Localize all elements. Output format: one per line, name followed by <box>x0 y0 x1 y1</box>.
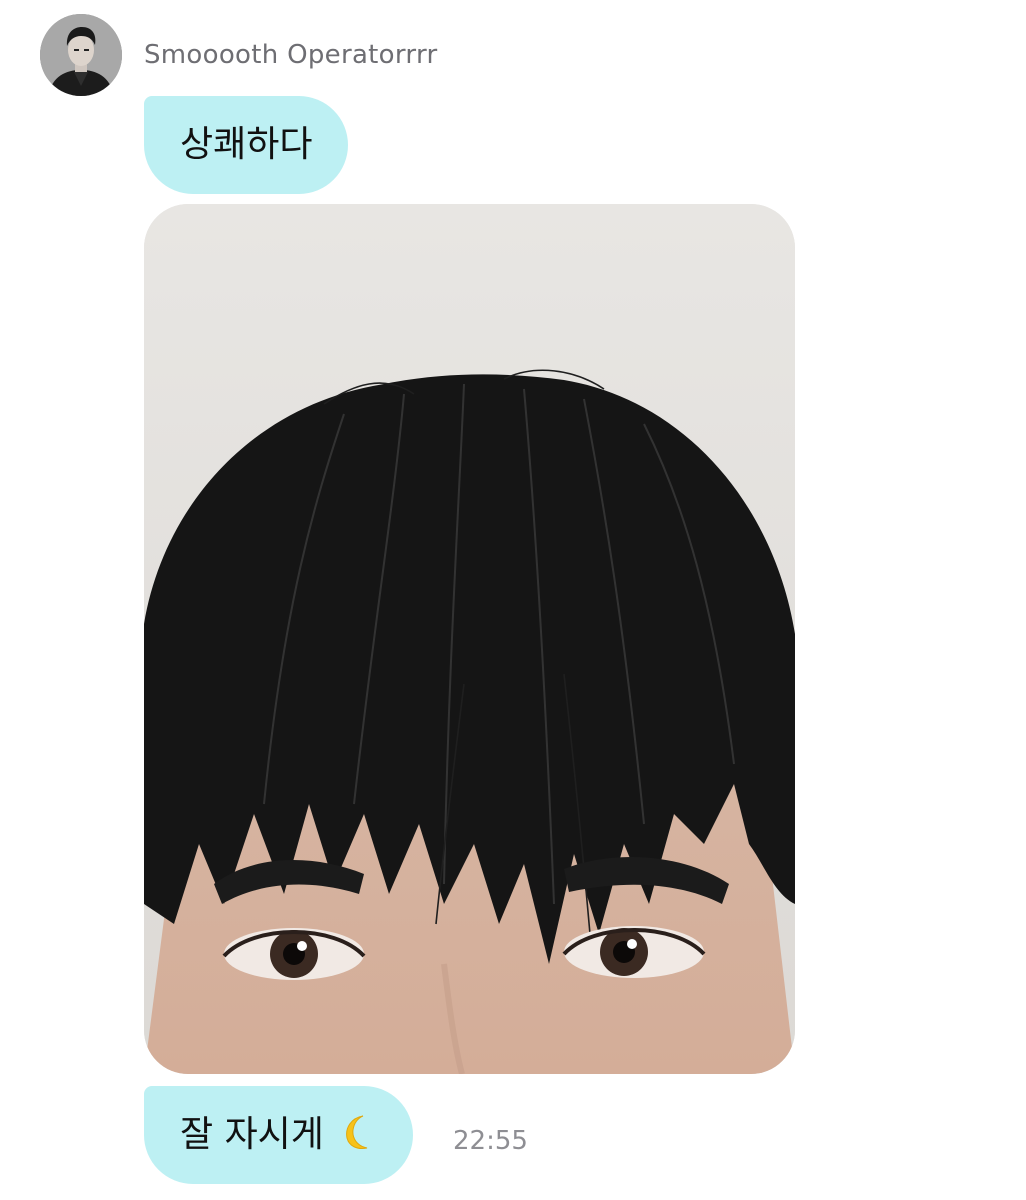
message-text: 잘 자시게 <box>180 1114 324 1155</box>
photo-message[interactable] <box>144 204 795 1074</box>
sender-name: Smooooth Operatorrrr <box>144 40 438 70</box>
message-timestamp: 22:55 <box>453 1126 528 1156</box>
profile-photo-icon <box>40 14 122 96</box>
message-text: 상쾌하다 <box>180 124 313 165</box>
message-bubble[interactable]: 상쾌하다 <box>144 96 349 194</box>
sender-avatar[interactable] <box>40 14 122 96</box>
selfie-photo <box>144 204 795 1074</box>
crescent-moon-icon <box>337 1112 377 1164</box>
message-bubble[interactable]: 잘 자시게 <box>144 1086 414 1184</box>
